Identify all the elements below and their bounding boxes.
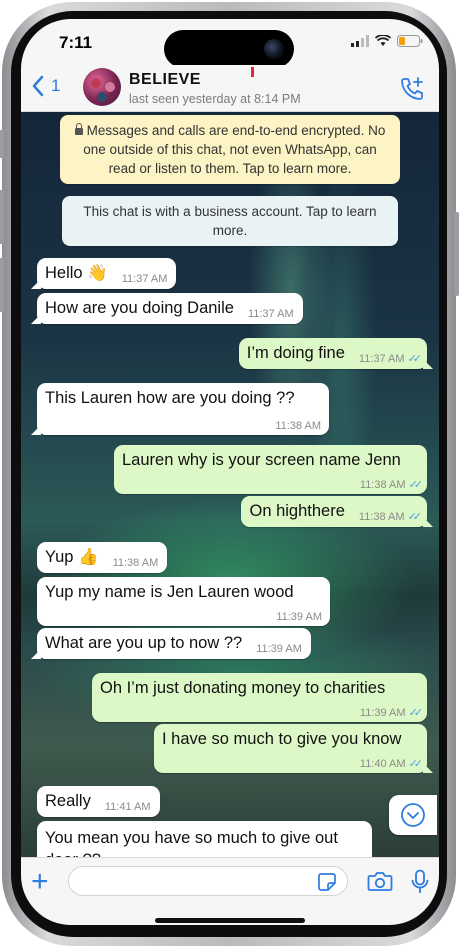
message-time: 11:39 AM ✓✓ (359, 707, 424, 719)
message-bubble[interactable]: On highthere 11:38 AM ✓✓ (241, 496, 433, 527)
message-time: 11:38 AM ✓✓ (359, 479, 424, 491)
status-time: 7:11 (59, 33, 93, 52)
message-text: On highthere (249, 502, 345, 520)
chat-header: 1 BELIEVE last seen yesterday at 8:14 PM (21, 65, 439, 112)
message-time: 11:38 AM (275, 420, 321, 432)
double-check-icon: ✓✓ (408, 479, 424, 491)
front-camera (264, 39, 284, 59)
last-seen-status: last seen yesterday at 8:14 PM (129, 92, 301, 106)
message-text: You mean you have so much to give out de… (45, 829, 338, 857)
wifi-icon (375, 35, 391, 46)
back-chevron-icon (32, 75, 44, 97)
status-bar: 7:11 (21, 19, 439, 68)
mute-switch (0, 130, 4, 158)
message-time: 11:37 AM (247, 308, 294, 320)
message-bubble[interactable]: I have so much to give you know 11:40 AM ✓… (154, 724, 433, 773)
message-input-bar: + (21, 857, 439, 925)
home-indicator (155, 918, 305, 923)
add-call-button[interactable] (399, 76, 425, 107)
message-bubble[interactable]: Really 11:41 AM (37, 786, 160, 817)
power-button (454, 212, 459, 296)
message-time: 11:39 AM (276, 611, 322, 623)
message-text: How are you doing Danile (45, 299, 234, 317)
message-text: What are you up to now ?? (45, 634, 243, 652)
attach-button[interactable]: + (31, 865, 49, 898)
message-text: I’m doing fine (246, 344, 345, 362)
chevron-down-icon (401, 803, 425, 827)
message-time: 11:38 AM ✓✓ (358, 511, 423, 523)
message-time: 11:38 AM (112, 557, 159, 569)
double-check-icon: ✓✓ (408, 707, 424, 719)
encryption-notice[interactable]: Messages and calls are end-to-end encryp… (60, 115, 400, 184)
message-text: Really (45, 792, 91, 810)
plus-icon: + (31, 865, 49, 898)
voice-message-button[interactable] (411, 869, 429, 900)
message-bubble[interactable]: What are you up to now ?? 11:39 AM (31, 628, 311, 659)
avatar[interactable] (83, 68, 121, 106)
message-text: Lauren why is your screen name Jenn (122, 451, 401, 469)
message-bubble[interactable]: Yup my name is Jen Lauren wood 11:39 AM (37, 577, 330, 626)
message-bubble[interactable]: You mean you have so much to give out de… (37, 821, 372, 857)
message-time: 11:37 AM (121, 273, 168, 285)
chat-area[interactable]: Messages and calls are end-to-end encryp… (21, 112, 439, 857)
sticker-button[interactable] (317, 872, 337, 897)
double-check-icon: ✓✓ (407, 353, 423, 365)
business-notice-text: This chat is with a business account. Ta… (83, 204, 377, 238)
volume-down-button (0, 258, 4, 312)
message-time: 11:39 AM (256, 643, 302, 655)
message-text: Yup my name is Jen Lauren wood (45, 583, 294, 601)
double-check-icon: ✓✓ (407, 511, 423, 523)
message-time: 11:37 AM ✓✓ (358, 353, 423, 365)
message-text: Yup 👍 (45, 548, 99, 566)
double-check-icon: ✓✓ (408, 758, 424, 770)
message-bubble[interactable]: Oh I’m just donating money to charities 1… (92, 673, 427, 722)
message-text: This Lauren how are you doing ?? (45, 389, 295, 407)
screen: 7:11 1 BELIEVE last seen yesterday at 8:… (21, 19, 439, 925)
message-bubble[interactable]: This Lauren how are you doing ?? 11:38 AM (31, 383, 329, 435)
message-input[interactable] (68, 866, 348, 896)
recording-indicator (251, 67, 254, 77)
contact-name[interactable]: BELIEVE (129, 71, 201, 89)
message-text: Oh I’m just donating money to charities (100, 679, 386, 697)
message-bubble[interactable]: I’m doing fine 11:37 AM ✓✓ (238, 338, 434, 369)
message-bubble[interactable]: How are you doing Danile 11:37 AM (31, 293, 303, 324)
scroll-to-bottom-button[interactable] (389, 795, 437, 835)
encryption-notice-text: Messages and calls are end-to-end encryp… (83, 123, 386, 176)
message-bubble[interactable]: Yup 👍 11:38 AM (37, 542, 168, 573)
system-icons (351, 35, 423, 47)
signal-icon (351, 35, 369, 47)
message-time: 11:40 AM ✓✓ (359, 758, 424, 770)
business-account-notice[interactable]: This chat is with a business account. Ta… (62, 196, 398, 246)
message-bubble[interactable]: Lauren why is your screen name Jenn 11:38… (114, 445, 427, 494)
battery-icon (397, 35, 423, 47)
volume-up-button (0, 190, 4, 244)
message-text: I have so much to give you know (162, 730, 402, 748)
camera-icon (367, 872, 393, 891)
microphone-icon (411, 869, 429, 893)
message-time: 11:41 AM (104, 801, 151, 813)
message-text: Hello 👋 (45, 264, 108, 282)
back-button[interactable]: 1 (31, 75, 60, 97)
add-call-icon (401, 77, 423, 100)
message-bubble[interactable]: Hello 👋 11:37 AM (30, 258, 177, 289)
back-unread-count: 1 (51, 76, 61, 95)
dynamic-island (164, 30, 294, 68)
camera-button[interactable] (367, 870, 393, 897)
sticker-icon (318, 873, 336, 891)
lock-icon (74, 123, 83, 135)
